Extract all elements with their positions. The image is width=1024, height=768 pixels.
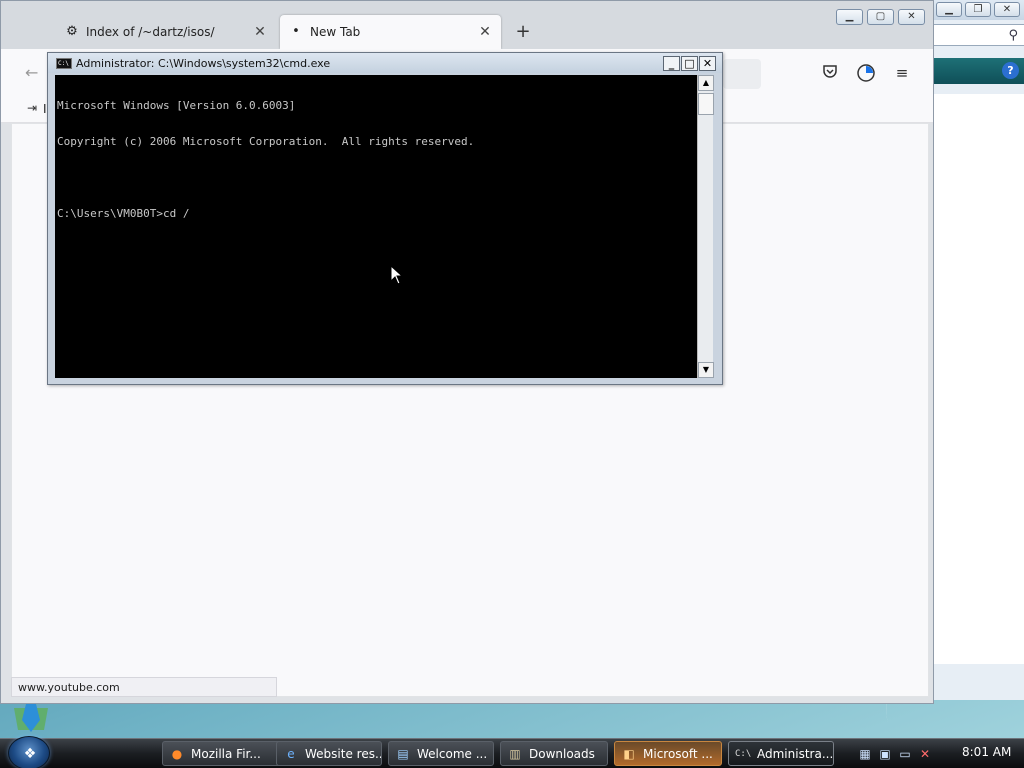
folder-icon: ▥: [509, 746, 521, 761]
monitor-icon[interactable]: ▭: [896, 746, 914, 762]
bookmark-item[interactable]: I: [43, 102, 47, 116]
console-line: Copyright (c) 2006 Microsoft Corporation…: [57, 135, 475, 148]
pocket-icon[interactable]: [820, 63, 840, 83]
dot-icon: •: [292, 24, 300, 39]
search-icon[interactable]: ⚲: [1008, 28, 1018, 43]
taskbar-button-label: Administra...: [757, 746, 834, 761]
cmd-icon: C:\: [56, 58, 72, 69]
cmd-icon: C:\: [735, 748, 752, 759]
page-icon: ⚙: [66, 24, 78, 39]
ie-icon: e: [287, 746, 295, 761]
search-input[interactable]: ⚲: [933, 24, 1024, 46]
toolbar: ?: [933, 58, 1024, 84]
url-bar[interactable]: [723, 59, 761, 89]
taskbar-button-downloads[interactable]: ▥ Downloads: [500, 741, 608, 766]
tab-label: Index of /~dartz/isos/: [86, 25, 215, 39]
console-prompt: C:\Users\VM0B0T>cd /: [57, 207, 190, 220]
close-icon[interactable]: ✕: [477, 24, 493, 40]
console-line: Microsoft Windows [Version 6.0.6003]: [57, 99, 296, 112]
restore-button[interactable]: ❐: [965, 2, 991, 17]
import-icon[interactable]: ⇥: [27, 101, 37, 115]
taskbar-button-ie[interactable]: e Website res...: [276, 741, 382, 766]
tab-strip: ⚙ Index of /~dartz/isos/ ✕ • New Tab ✕ +…: [1, 1, 933, 49]
document-icon: ▤: [397, 746, 409, 761]
taskbar-button-microsoft[interactable]: ◧ Microsoft ...: [614, 741, 722, 766]
close-icon[interactable]: ✕: [252, 24, 268, 40]
security-icon[interactable]: ▣: [876, 746, 894, 762]
firefox-icon: ●: [171, 746, 183, 761]
background-content: [933, 94, 1024, 664]
recycle-bin-icon[interactable]: [10, 700, 52, 736]
menu-icon[interactable]: ≡: [892, 63, 912, 83]
close-button[interactable]: ✕: [699, 56, 716, 71]
scroll-thumb[interactable]: [698, 93, 714, 115]
windows-logo-icon: ❖: [23, 746, 37, 762]
minimize-button[interactable]: ▁: [836, 9, 863, 25]
cmd-window: C:\ Administrator: C:\Windows\system32\c…: [47, 52, 723, 385]
maximize-button[interactable]: □: [681, 56, 698, 71]
start-button[interactable]: ❖: [8, 736, 50, 768]
taskbar-button-label: Welcome ...: [417, 746, 488, 761]
network-icon[interactable]: ▦: [856, 746, 874, 762]
tab-new-tab[interactable]: • New Tab ✕: [280, 15, 501, 49]
app-icon: ◧: [623, 746, 635, 761]
cmd-titlebar[interactable]: C:\ Administrator: C:\Windows\system32\c…: [48, 53, 722, 73]
maximize-button[interactable]: ▢: [867, 9, 894, 25]
minimize-button[interactable]: ▁: [936, 2, 962, 17]
mouse-cursor-icon: [390, 265, 404, 285]
window-title: Administrator: C:\Windows\system32\cmd.e…: [76, 57, 331, 70]
new-tab-button[interactable]: +: [513, 21, 533, 43]
taskbar-button-firefox[interactable]: ● Mozilla Fir...: [162, 741, 282, 766]
back-arrow-icon[interactable]: ←: [25, 63, 38, 82]
clock[interactable]: 8:01 AM: [962, 745, 1011, 759]
taskbar-button-welcome[interactable]: ▤ Welcome ...: [388, 741, 494, 766]
window-controls: ▁ ▢ ✕: [836, 9, 925, 25]
taskbar-button-cmd[interactable]: C:\ Administra...: [728, 741, 834, 766]
close-button[interactable]: ✕: [994, 2, 1020, 17]
tab-label: New Tab: [310, 25, 361, 39]
scroll-up-arrow-icon[interactable]: ▲: [698, 75, 714, 91]
taskbar-button-label: Microsoft ...: [643, 746, 713, 761]
scroll-down-arrow-icon[interactable]: ▼: [698, 362, 714, 378]
account-icon[interactable]: [856, 63, 876, 83]
console-output[interactable]: Microsoft Windows [Version 6.0.6003] Cop…: [55, 75, 697, 378]
status-url: www.youtube.com: [11, 677, 277, 697]
taskbar-button-label: Downloads: [529, 746, 595, 761]
help-icon[interactable]: ?: [1002, 62, 1019, 79]
taskbar-button-label: Mozilla Fir...: [191, 746, 261, 761]
cmd-window-controls: _ □ ✕: [663, 56, 716, 71]
scrollbar[interactable]: ▲ ▼: [697, 75, 714, 378]
tab-index[interactable]: ⚙ Index of /~dartz/isos/ ✕: [56, 15, 276, 49]
minimize-button[interactable]: _: [663, 56, 680, 71]
taskbar-button-label: Website res...: [305, 746, 382, 761]
close-button[interactable]: ✕: [898, 9, 925, 25]
volume-muted-icon[interactable]: ✕: [916, 746, 934, 762]
